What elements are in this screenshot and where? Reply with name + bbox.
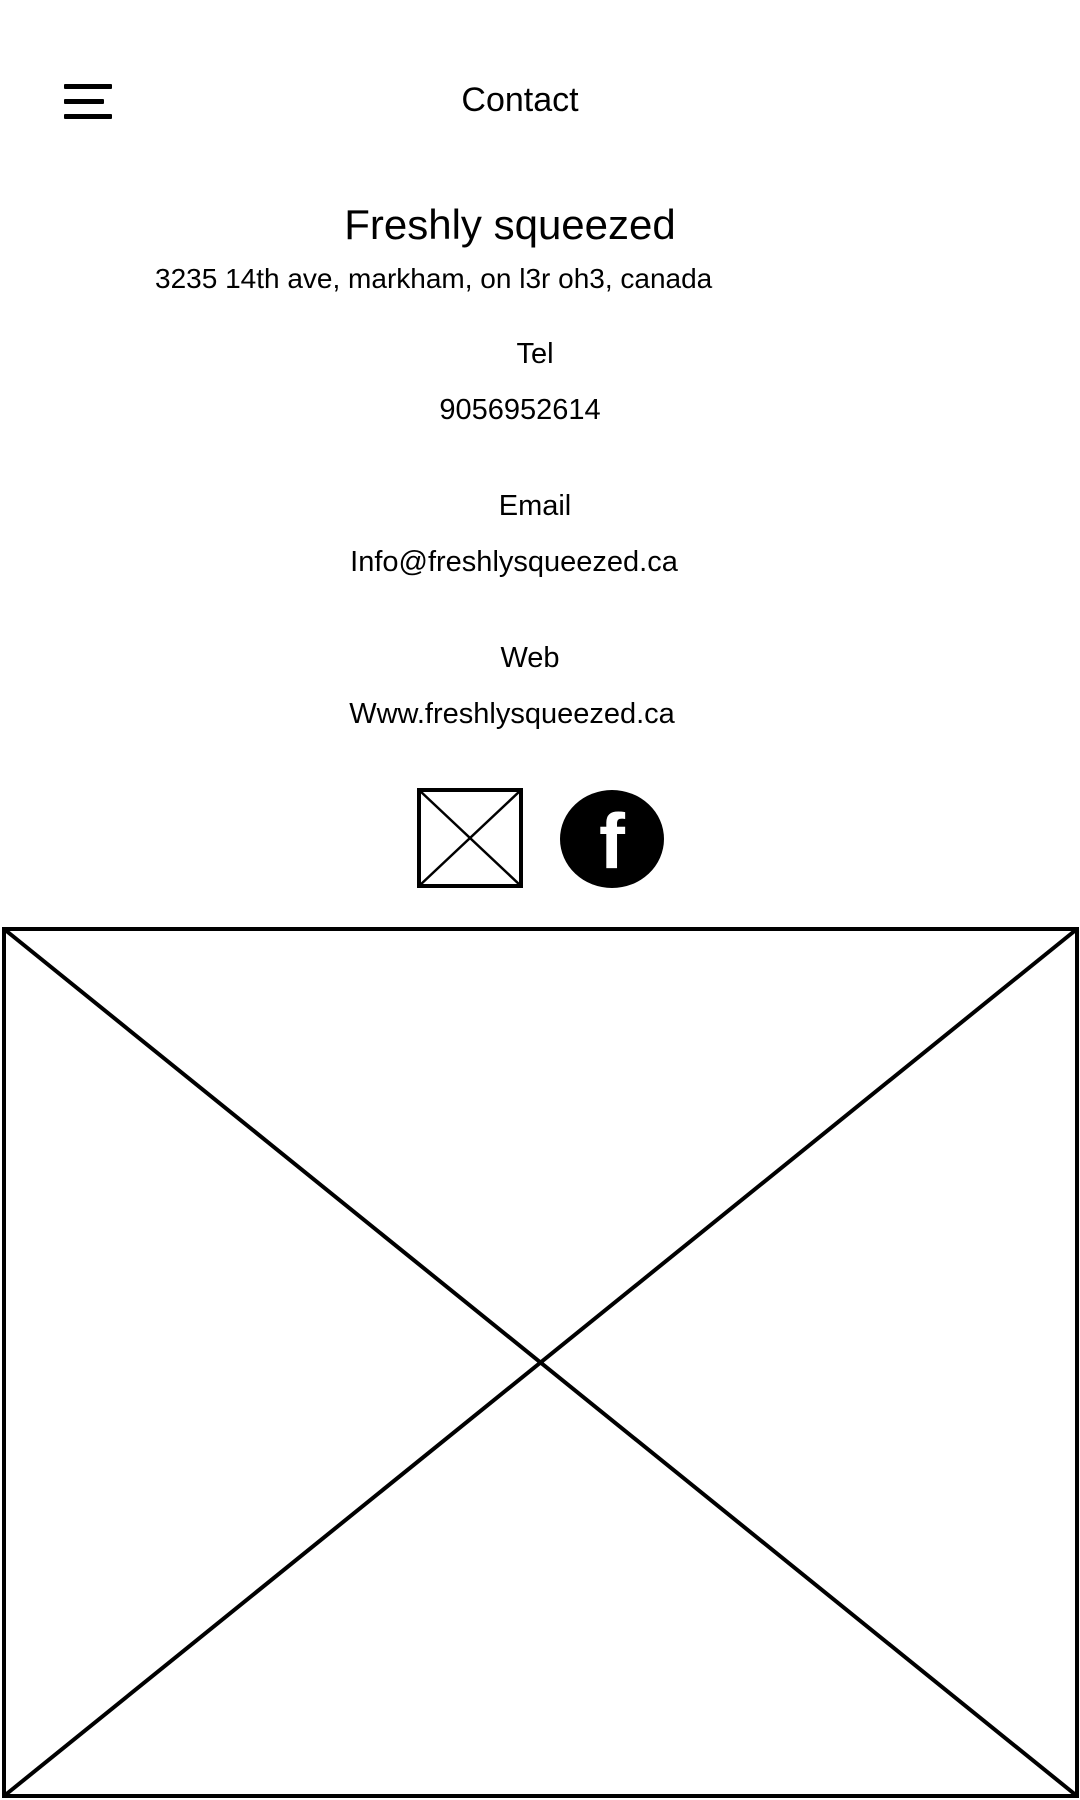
- hero-image-placeholder: [2, 927, 1080, 1799]
- hero-image-placeholder-graphic: [2, 927, 1079, 1798]
- web-value[interactable]: Www.freshlysqueezed.ca: [0, 696, 1024, 732]
- tel-value[interactable]: 9056952614: [0, 392, 1040, 428]
- facebook-icon-graphic: f: [560, 790, 664, 888]
- business-name: Freshly squeezed: [344, 201, 676, 248]
- email-label: Email: [498, 490, 572, 522]
- business-address: 3235 14th ave, markham, on l3r oh3, cana…: [155, 263, 713, 294]
- tel-label: Tel: [516, 338, 554, 370]
- web-label: Web: [500, 642, 560, 674]
- image-placeholder-graphic: [417, 788, 523, 888]
- page-title: Contact: [461, 81, 579, 119]
- facebook-icon[interactable]: f: [559, 789, 665, 889]
- image-placeholder-icon[interactable]: [417, 788, 523, 888]
- email-value[interactable]: Info@freshlysqueezed.ca: [0, 544, 1028, 580]
- facebook-letter: f: [599, 797, 626, 885]
